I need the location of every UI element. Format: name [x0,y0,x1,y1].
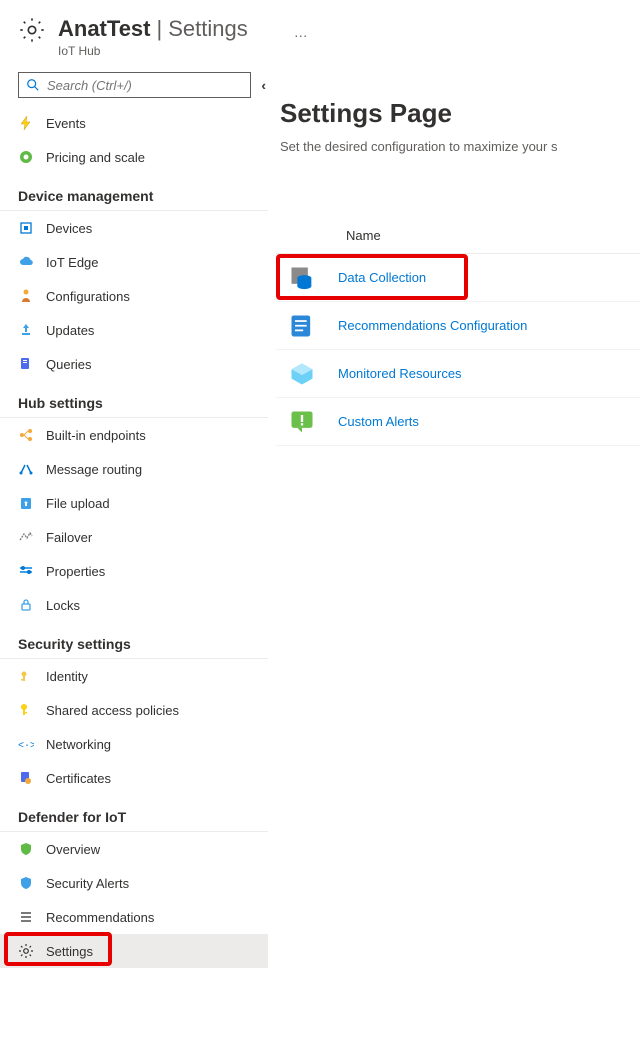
sidebar: ‹‹ Events Pricing and scale Device managem… [0,64,276,1046]
failover-icon [18,529,34,545]
sidebar-item-label: Properties [46,564,105,579]
sidebar-item-label: Recommendations [46,910,154,925]
resource-name: AnatTest [58,16,151,42]
recs-icon [18,909,34,925]
sidebar-item-label: Events [46,116,86,131]
search-input[interactable] [47,78,244,93]
sidebar-item-built-in-endpoints[interactable]: Built-in endpoints [0,418,268,452]
sidebar-item-devices[interactable]: Devices [0,211,268,245]
settings-link[interactable]: Custom Alerts [338,414,419,429]
device-icon [18,220,34,236]
cloud-icon [18,254,34,270]
sas-icon [18,702,34,718]
upload-icon [18,495,34,511]
routing-icon [18,461,34,477]
updates-icon [18,322,34,338]
title-separator: | [157,16,163,42]
main-content: Settings Page Set the desired configurat… [276,64,640,1046]
recs-cfg-icon [288,312,316,340]
shield-ov-icon [18,841,34,857]
sidebar-item-label: IoT Edge [46,255,99,270]
gear-icon [18,943,34,959]
collapse-sidebar-button[interactable]: ‹‹ [257,78,266,93]
sidebar-item-label: File upload [46,496,110,511]
endpoints-icon [18,427,34,443]
sidebar-item-overview[interactable]: Overview [0,832,268,866]
queries-icon [18,356,34,372]
settings-list: Data Collection Recommendations Configura… [276,254,640,446]
sidebar-group-heading: Hub settings [0,381,268,418]
sidebar-group-heading: Device management [0,174,268,211]
sidebar-item-failover[interactable]: Failover [0,520,268,554]
page-description: Set the desired configuration to maximiz… [280,139,640,154]
sidebar-item-label: Built-in endpoints [46,428,146,443]
sidebar-group-heading: Defender for IoT [0,795,268,832]
sidebar-item-message-routing[interactable]: Message routing [0,452,268,486]
sidebar-item-label: Queries [46,357,92,372]
sidebar-item-properties[interactable]: Properties [0,554,268,588]
settings-link[interactable]: Recommendations Configuration [338,318,527,333]
sidebar-item-label: Security Alerts [46,876,129,891]
sidebar-item-label: Failover [46,530,92,545]
sidebar-item-label: Message routing [46,462,142,477]
page-header: AnatTest | Settings IoT Hub … [0,0,640,64]
sidebar-item-label: Certificates [46,771,111,786]
sidebar-group-heading: Security settings [0,622,268,659]
service-type-label: IoT Hub [58,44,248,58]
search-icon [25,77,41,93]
settings-link[interactable]: Monitored Resources [338,366,462,381]
settings-link[interactable]: Data Collection [338,270,426,285]
more-actions-button[interactable]: … [294,16,310,40]
data-coll-icon [288,264,316,292]
sidebar-item-settings[interactable]: Settings [0,934,268,968]
sidebar-item-locks[interactable]: Locks [0,588,268,622]
sidebar-item-shared-access-policies[interactable]: Shared access policies [0,693,268,727]
sidebar-item-pricing-and-scale[interactable]: Pricing and scale [0,140,268,174]
gear-icon [18,16,46,47]
lock-icon [18,597,34,613]
settings-row-data-collection[interactable]: Data Collection [276,254,640,302]
sidebar-item-label: Overview [46,842,100,857]
svg-text:<·>: <·> [18,741,34,752]
sidebar-item-configurations[interactable]: Configurations [0,279,268,313]
sidebar-item-label: Devices [46,221,92,236]
sidebar-item-label: Identity [46,669,88,684]
network-icon: <·> [18,736,34,752]
sidebar-item-label: Pricing and scale [46,150,145,165]
mon-res-icon [288,360,316,388]
sidebar-item-label: Networking [46,737,111,752]
column-header-name: Name [276,228,640,254]
sidebar-item-file-upload[interactable]: File upload [0,486,268,520]
sidebar-item-recommendations[interactable]: Recommendations [0,900,268,934]
sidebar-item-updates[interactable]: Updates [0,313,268,347]
page-title: Settings Page [280,98,640,139]
sidebar-search[interactable] [18,72,251,98]
sidebar-item-queries[interactable]: Queries [0,347,268,381]
settings-row-custom-alerts[interactable]: Custom Alerts [276,398,640,446]
sidebar-item-label: Updates [46,323,94,338]
settings-row-recommendations-configuration[interactable]: Recommendations Configuration [276,302,640,350]
sidebar-item-iot-edge[interactable]: IoT Edge [0,245,268,279]
lightning-icon [18,115,34,131]
sidebar-nav: Events Pricing and scale Device management… [0,106,276,1046]
identity-icon [18,668,34,684]
blade-subtitle: Settings [168,16,248,42]
sidebar-item-identity[interactable]: Identity [0,659,268,693]
cert-icon [18,770,34,786]
sidebar-item-label: Settings [46,944,93,959]
settings-row-monitored-resources[interactable]: Monitored Resources [276,350,640,398]
shield-al-icon [18,875,34,891]
config-icon [18,288,34,304]
sidebar-item-networking[interactable]: <·> Networking [0,727,268,761]
sidebar-item-security-alerts[interactable]: Security Alerts [0,866,268,900]
sidebar-item-events[interactable]: Events [0,106,268,140]
sidebar-item-label: Shared access policies [46,703,179,718]
alerts-icon [288,408,316,436]
sidebar-item-certificates[interactable]: Certificates [0,761,268,795]
sidebar-item-label: Configurations [46,289,130,304]
pricing-icon [18,149,34,165]
sidebar-item-label: Locks [46,598,80,613]
props-icon [18,563,34,579]
